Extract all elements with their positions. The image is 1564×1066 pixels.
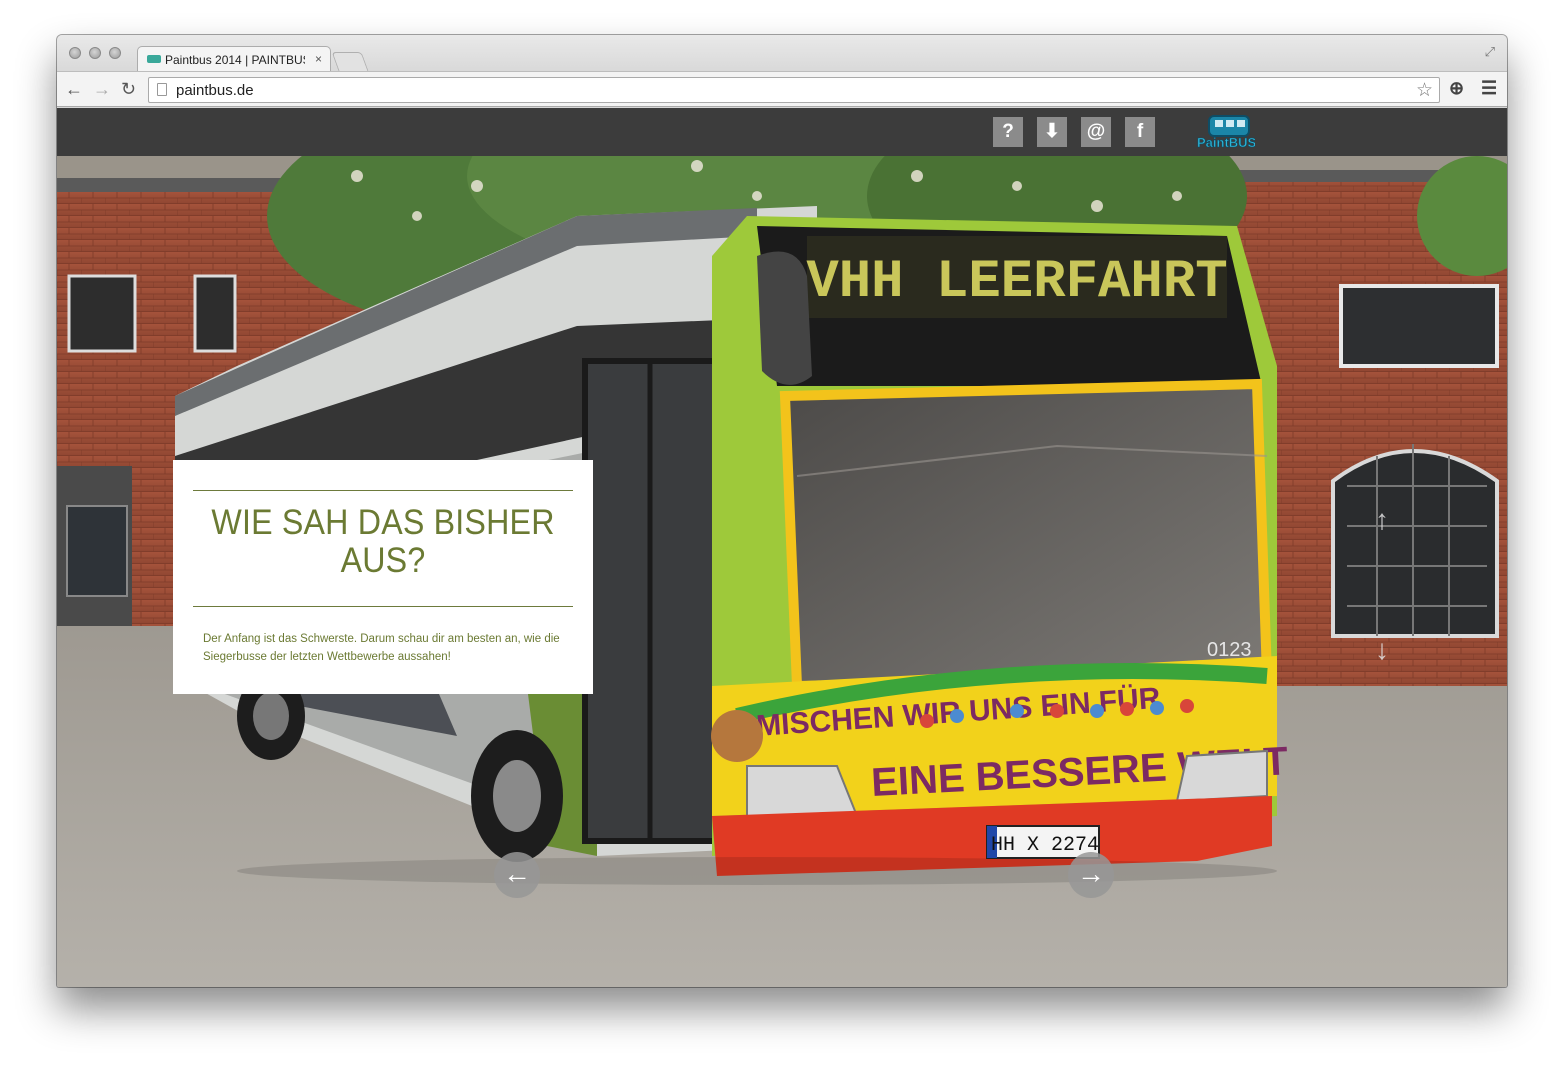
page-icon xyxy=(157,83,167,96)
next-slide-button[interactable]: → xyxy=(1068,852,1114,898)
close-window-button[interactable] xyxy=(69,47,81,59)
extension-icon[interactable]: ⊕ xyxy=(1449,78,1464,99)
menu-icon[interactable]: ☰ xyxy=(1481,78,1497,99)
fullscreen-icon[interactable]: ⤢ xyxy=(1485,44,1495,60)
previous-slide-button[interactable]: ← xyxy=(494,852,540,898)
browser-window: Paintbus 2014 | PAINTBUS × ⤢ ← → ↻ paint… xyxy=(57,35,1507,987)
download-icon[interactable]: ⬇ xyxy=(1037,117,1067,147)
info-description: Der Anfang ist das Schwerste. Darum scha… xyxy=(203,633,560,663)
title-bar: Paintbus 2014 | PAINTBUS × ⤢ xyxy=(57,35,1507,72)
bookmark-star-icon[interactable]: ☆ xyxy=(1416,79,1433,102)
help-icon[interactable]: ? xyxy=(993,117,1023,147)
page-viewport: ? ⬇ @ f PaintBUS VHH LEERFAHRT 0123 MISC… xyxy=(57,108,1507,987)
browser-toolbar: ← → ↻ paintbus.de ☆ ⊕ ☰ xyxy=(57,71,1507,107)
info-title: WIE SAH DAS BISHER AUS? xyxy=(208,504,558,580)
site-header: ? ⬇ @ f PaintBUS xyxy=(57,108,1507,156)
scroll-up-arrow-icon[interactable]: ↑ xyxy=(1375,504,1389,536)
svg-text:PaintBUS: PaintBUS xyxy=(1197,135,1255,150)
zoom-window-button[interactable] xyxy=(109,47,121,59)
top-divider xyxy=(193,490,573,491)
browser-tab[interactable]: Paintbus 2014 | PAINTBUS × xyxy=(137,46,331,72)
scroll-down-arrow-icon[interactable]: ↓ xyxy=(1375,634,1389,666)
tab-title: Paintbus 2014 | PAINTBUS xyxy=(165,53,305,67)
bus-favicon-icon xyxy=(147,55,161,63)
address-bar[interactable]: paintbus.de ☆ xyxy=(148,77,1440,103)
destination-sign: VHH LEERFAHRT xyxy=(806,252,1227,313)
email-icon[interactable]: @ xyxy=(1081,117,1111,147)
url-text[interactable]: paintbus.de xyxy=(176,82,254,99)
info-title-line2: AUS? xyxy=(340,541,426,580)
info-title-line1: WIE SAH DAS BISHER xyxy=(211,503,555,542)
bus-number: 0123 xyxy=(1207,639,1252,661)
info-card: WIE SAH DAS BISHER AUS? Der Anfang ist d… xyxy=(173,460,593,694)
forward-button[interactable]: → xyxy=(93,79,111,99)
bottom-divider xyxy=(193,606,573,607)
facebook-icon[interactable]: f xyxy=(1125,117,1155,147)
back-button[interactable]: ← xyxy=(65,79,83,99)
reload-button[interactable]: ↻ xyxy=(121,79,136,99)
new-tab-button[interactable] xyxy=(331,52,369,71)
minimize-window-button[interactable] xyxy=(89,47,101,59)
paintbus-logo[interactable]: PaintBUS xyxy=(1193,114,1255,152)
hero-slide: VHH LEERFAHRT 0123 MISCHEN WIR UNS EIN F… xyxy=(57,156,1507,987)
tab-close-icon[interactable]: × xyxy=(315,52,322,66)
